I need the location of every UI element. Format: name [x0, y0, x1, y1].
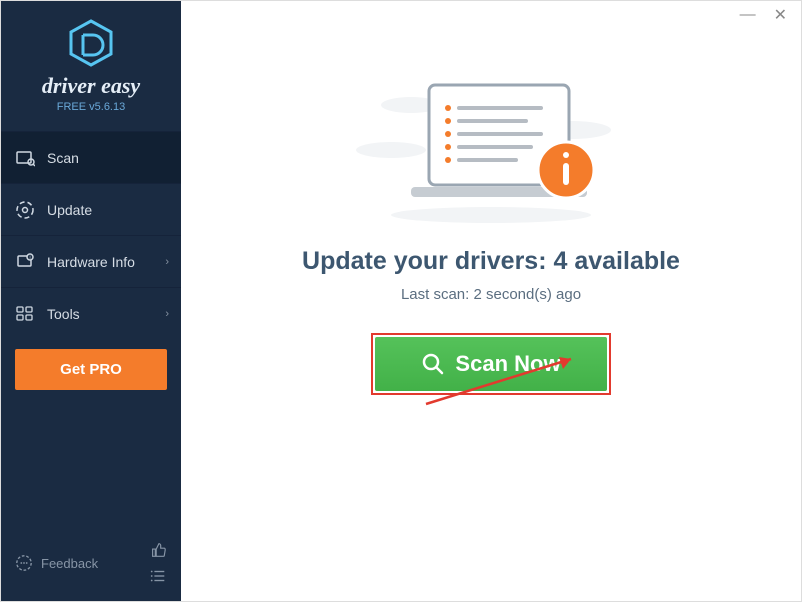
logo-block: driver easy FREE v5.6.13 [1, 1, 181, 127]
available-count: 4 [553, 247, 567, 275]
chevron-right-icon: › [165, 256, 169, 268]
version-label: FREE v5.6.13 [1, 101, 181, 113]
headline: Update your drivers: 4 available [181, 247, 801, 276]
feedback-label: Feedback [41, 556, 98, 571]
minimize-button[interactable]: — [740, 6, 756, 24]
tools-icon [15, 304, 35, 324]
chevron-right-icon: › [165, 308, 169, 320]
last-scan-label: Last scan: 2 second(s) ago [181, 286, 801, 303]
headline-prefix: Update your drivers: [302, 247, 553, 275]
laptop-illustration [341, 75, 641, 225]
app-logo-icon [67, 19, 115, 67]
main-panel: Update your drivers: 4 available Last sc… [181, 1, 801, 601]
nav-update-label: Update [47, 202, 92, 218]
nav-hardware-label: Hardware Info [47, 254, 135, 270]
feedback-button[interactable]: Feedback [15, 554, 98, 572]
nav: Scan Update i Hardware Info › Tools › [1, 131, 181, 339]
nav-tools[interactable]: Tools › [1, 287, 181, 339]
nav-update[interactable]: Update [1, 183, 181, 235]
menu-list-icon[interactable] [149, 567, 167, 585]
nav-scan[interactable]: Scan [1, 131, 181, 183]
nav-tools-label: Tools [47, 306, 80, 322]
scan-now-button[interactable]: Scan Now [375, 337, 606, 391]
magnify-icon [421, 352, 445, 376]
scan-icon [15, 148, 35, 168]
close-button[interactable]: ✕ [774, 5, 787, 25]
sidebar-footer: Feedback [1, 531, 181, 601]
nav-hardware[interactable]: i Hardware Info › [1, 235, 181, 287]
headline-suffix: available [567, 247, 680, 275]
brand-name: driver easy [1, 73, 181, 99]
scan-now-label: Scan Now [455, 351, 560, 377]
get-pro-button[interactable]: Get PRO [15, 349, 167, 390]
sidebar: driver easy FREE v5.6.13 Scan Update i H… [1, 1, 181, 601]
update-icon [15, 200, 35, 220]
hardware-icon: i [15, 252, 35, 272]
get-pro-label: Get PRO [60, 361, 122, 378]
nav-scan-label: Scan [47, 150, 79, 166]
scan-button-highlight: Scan Now [371, 333, 610, 395]
thumbs-up-icon[interactable] [149, 541, 167, 559]
svg-text:i: i [29, 255, 30, 261]
feedback-icon [15, 554, 33, 572]
